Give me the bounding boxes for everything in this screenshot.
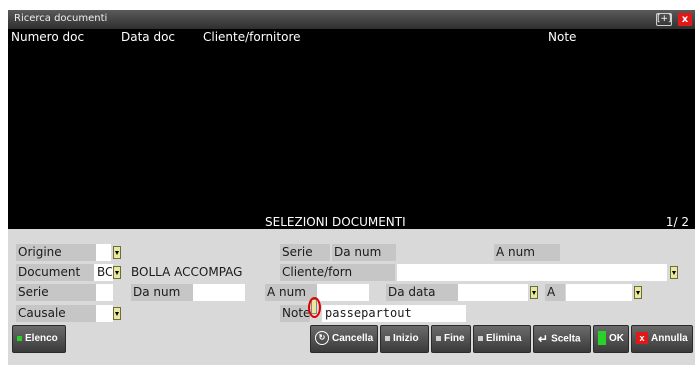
grey-square-icon (436, 335, 441, 341)
window-title: Ricerca documenti (14, 13, 108, 24)
da-data-field[interactable] (458, 284, 528, 301)
cliente-forn-dropdown-icon[interactable] (670, 266, 678, 279)
note-field[interactable]: passepartout (322, 305, 466, 322)
grey-square-icon (385, 335, 390, 341)
fine-button[interactable]: Fine (431, 325, 471, 353)
document-code-field[interactable]: BC (94, 264, 113, 281)
green-square-icon (17, 335, 22, 341)
cancella-label: Cancella (332, 333, 374, 344)
inizio-button[interactable]: Inizio (380, 325, 429, 353)
documents-list[interactable]: Numero doc Data doc Cliente/fornitore No… (8, 29, 695, 221)
serie-field[interactable] (96, 284, 113, 301)
column-note[interactable]: Note (548, 30, 576, 44)
fine-label: Fine (444, 333, 465, 344)
close-icon[interactable]: x (678, 13, 692, 26)
a-data-label: A (545, 284, 565, 301)
da-num-label-top: Da num (332, 244, 396, 261)
origine-label: Origine (16, 244, 96, 261)
title-bar: Ricerca documenti [+] x (8, 10, 695, 29)
a-data-dropdown-icon[interactable] (634, 286, 642, 299)
resize-icon[interactable]: [+] (656, 13, 672, 26)
scelta-label: Scelta (551, 333, 581, 345)
da-num-field[interactable] (193, 284, 245, 301)
elimina-button[interactable]: Elimina (473, 325, 531, 353)
cliente-forn-label: Cliente/forn (280, 264, 395, 281)
inizio-label: Inizio (393, 333, 419, 344)
causale-dropdown-icon[interactable] (113, 307, 121, 320)
note-label: Note (280, 305, 311, 322)
serie-label-top: Serie (280, 244, 330, 261)
ok-button[interactable]: OK (593, 325, 629, 353)
elimina-label: Elimina (486, 333, 522, 344)
ok-label: OK (609, 333, 624, 344)
causale-field[interactable] (96, 305, 113, 322)
section-title: SELEZIONI DOCUMENTI (265, 215, 406, 229)
list-header: Numero doc Data doc Cliente/fornitore No… (8, 29, 695, 44)
annulla-button[interactable]: x Annulla (631, 325, 693, 353)
da-data-dropdown-icon[interactable] (530, 286, 538, 299)
green-bar-icon (598, 331, 606, 346)
cancel-circle-icon: ↻ (315, 331, 329, 346)
document-dropdown-icon[interactable] (113, 266, 121, 279)
mouse-cursor-highlight (308, 297, 321, 318)
serie-label: Serie (16, 284, 96, 301)
cliente-forn-field[interactable] (397, 264, 667, 281)
cancella-button[interactable]: ↻ Cancella (310, 325, 378, 353)
enter-arrow-icon: ↵ (538, 332, 549, 346)
da-num-label: Da num (131, 284, 193, 301)
document-description: BOLLA ACCOMPAG (131, 265, 243, 279)
annulla-label: Annulla (651, 333, 688, 344)
column-cliente-fornitore[interactable]: Cliente/fornitore (203, 30, 301, 44)
column-data-doc[interactable]: Data doc (121, 30, 175, 44)
a-num-label-top: A num (494, 244, 560, 261)
elenco-label: Elenco (25, 333, 58, 344)
da-data-label: Da data (386, 284, 458, 301)
origine-dropdown-icon[interactable] (113, 246, 121, 259)
a-num-field[interactable] (317, 284, 369, 301)
section-header: SELEZIONI DOCUMENTI 1/ 2 (8, 214, 695, 229)
scelta-button[interactable]: ↵ Scelta (533, 325, 591, 353)
section-page: 1/ 2 (665, 215, 689, 229)
grey-square-icon (478, 335, 483, 341)
column-numero-doc[interactable]: Numero doc (11, 30, 84, 44)
causale-label: Causale (16, 305, 96, 322)
red-x-icon: x (636, 332, 648, 345)
a-num-label: A num (265, 284, 317, 301)
a-data-field[interactable] (566, 284, 632, 301)
origine-field[interactable] (96, 244, 111, 261)
document-label: Document (16, 264, 94, 281)
elenco-button[interactable]: Elenco (12, 325, 66, 353)
